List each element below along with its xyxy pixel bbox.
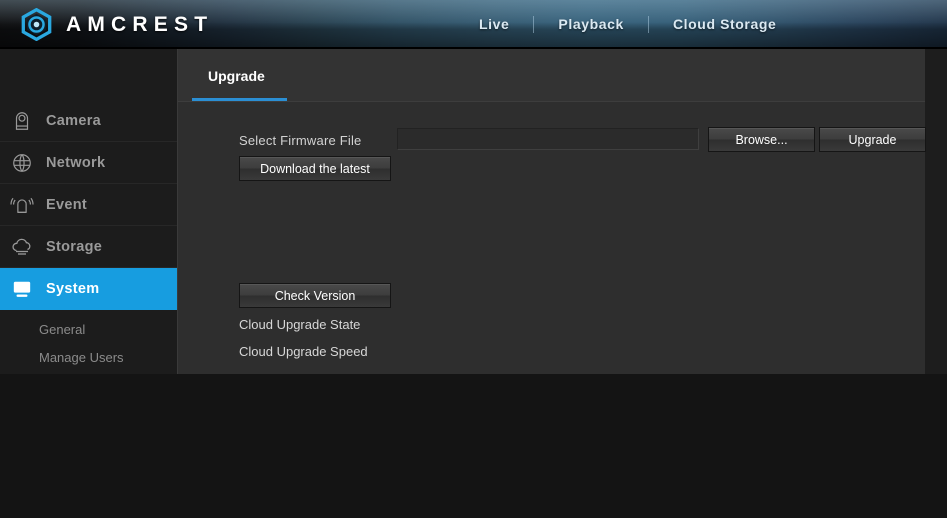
firmware-file-input[interactable]: [397, 128, 699, 150]
nav-item-cloud-storage[interactable]: Cloud Storage: [649, 0, 800, 49]
cloud-upgrade-state-row: Cloud Upgrade State: [239, 317, 360, 332]
top-header-bar: AMCREST Live Playback Cloud Storage: [0, 0, 947, 49]
sidebar-label-system: System: [46, 281, 99, 297]
main-content-panel: Upgrade Select Firmware File Browse... U…: [177, 49, 925, 374]
sidebar-item-storage[interactable]: Storage: [0, 226, 177, 268]
browse-button-row: Browse...: [708, 127, 815, 152]
download-the-latest-button[interactable]: Download the latest: [239, 156, 391, 181]
tab-bar: Upgrade: [178, 49, 925, 102]
page-footer-area: [0, 374, 947, 518]
upgrade-button[interactable]: Upgrade: [819, 127, 926, 152]
check-version-row: Check Version: [239, 283, 391, 308]
tab-active-underline: [192, 98, 287, 101]
download-latest-row: Download the latest: [239, 156, 391, 181]
app-window: AMCREST Live Playback Cloud Storage: [0, 0, 947, 518]
alarm-bell-icon: [9, 192, 35, 218]
select-firmware-file-label: Select Firmware File: [239, 133, 361, 148]
cloud-upgrade-speed-row: Cloud Upgrade Speed: [239, 344, 368, 359]
nav-item-live[interactable]: Live: [455, 0, 533, 49]
camera-icon: [9, 108, 35, 134]
sidebar-label-camera: Camera: [46, 113, 101, 129]
submenu-item-general[interactable]: General: [0, 316, 177, 344]
brand-name: AMCREST: [66, 8, 213, 41]
submenu-item-manage-users[interactable]: Manage Users: [0, 344, 177, 372]
top-navigation: Live Playback Cloud Storage: [455, 0, 800, 49]
upgrade-panel: Select Firmware File Browse... Upgrade D…: [178, 102, 925, 374]
firmware-file-label-row: Select Firmware File: [239, 133, 361, 148]
sidebar-label-storage: Storage: [46, 239, 102, 255]
amcrest-hexagon-logo-icon: [20, 8, 53, 41]
sidebar-item-network[interactable]: Network: [0, 142, 177, 184]
cloud-upgrade-state-label: Cloud Upgrade State: [239, 317, 360, 332]
upgrade-button-row: Upgrade: [819, 127, 926, 152]
monitor-icon: [9, 276, 35, 302]
globe-icon: [9, 150, 35, 176]
sidebar-item-event[interactable]: Event: [0, 184, 177, 226]
sidebar-label-network: Network: [46, 155, 105, 171]
brand-logo[interactable]: AMCREST: [20, 8, 213, 41]
nav-item-playback[interactable]: Playback: [534, 0, 648, 49]
sidebar-item-system[interactable]: System: [0, 268, 177, 310]
cloud-icon: [9, 234, 35, 260]
sidebar-item-camera[interactable]: Camera: [0, 100, 177, 142]
firmware-file-input-row: [397, 128, 699, 150]
browse-button[interactable]: Browse...: [708, 127, 815, 152]
content-right-gutter: [925, 49, 947, 374]
cloud-upgrade-speed-label: Cloud Upgrade Speed: [239, 344, 368, 359]
sidebar-label-event: Event: [46, 197, 87, 213]
check-version-button[interactable]: Check Version: [239, 283, 391, 308]
tab-upgrade[interactable]: Upgrade: [192, 49, 283, 102]
